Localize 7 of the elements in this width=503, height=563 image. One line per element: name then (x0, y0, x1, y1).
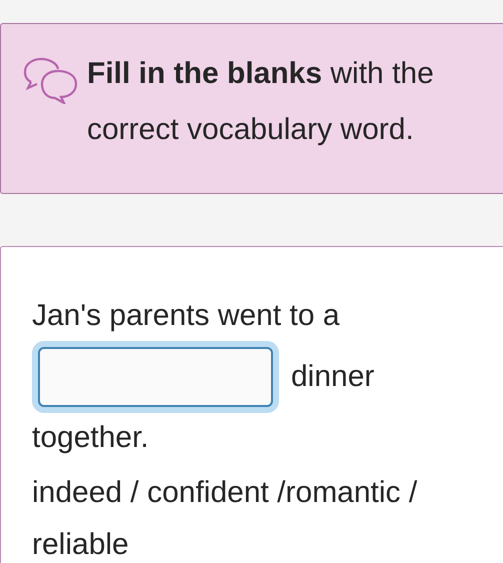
word-options: indeed / confident /romantic / reliable (32, 467, 427, 563)
sentence-text: together. (32, 420, 149, 456)
instruction-text: Fill in the blanks with the correct vocabulary word. (87, 56, 435, 148)
sentence-text: Jan's parents went to a (32, 298, 340, 334)
sentence-text: dinner (291, 359, 374, 395)
answer-field[interactable] (38, 347, 273, 407)
speech-bubbles-icon (21, 56, 79, 104)
